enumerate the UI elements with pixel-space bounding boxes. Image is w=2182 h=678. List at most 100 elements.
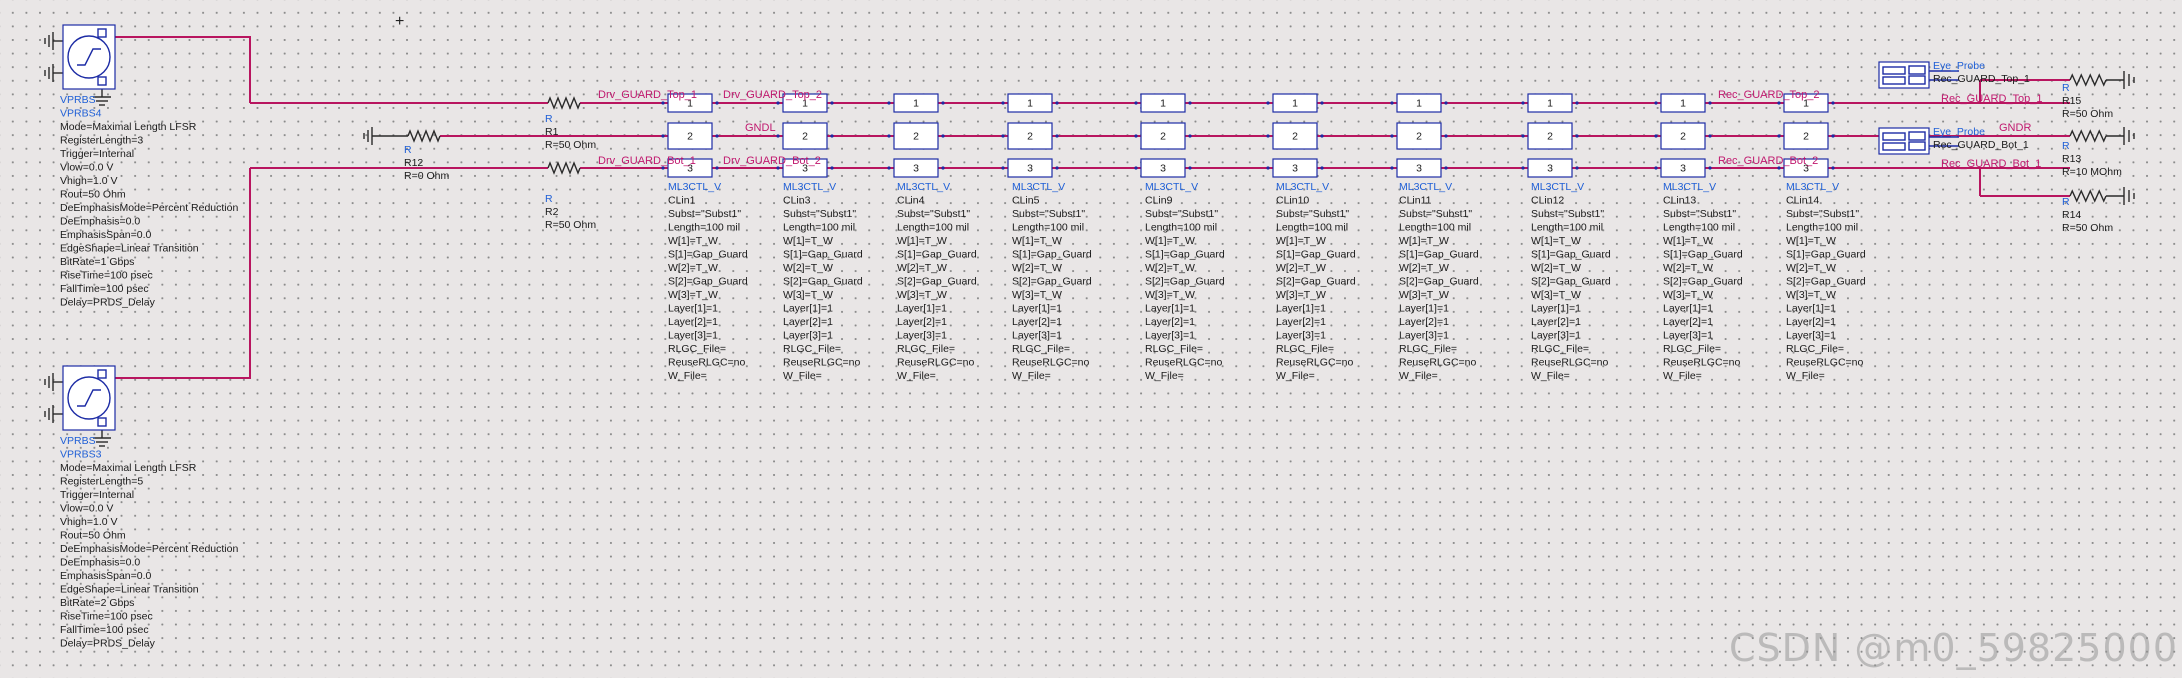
source-param: Trigger=Internal [60, 148, 134, 160]
resistor-zigzag[interactable] [407, 129, 441, 143]
pin-dot [1188, 166, 1192, 170]
line-param: ReuseRLGC=no [1145, 357, 1222, 369]
line-param: W[3]=T_W [1145, 289, 1195, 301]
resistor-type: R [2062, 82, 2070, 94]
source-param: RiseTime=100 psec [60, 611, 153, 623]
line-param: ReuseRLGC=no [897, 357, 974, 369]
line-param: Length=100 mil [1276, 222, 1348, 234]
pin-dot [1055, 101, 1059, 105]
line-param: RLGC_File= [668, 343, 726, 355]
resistor-zigzag[interactable] [547, 96, 581, 110]
line-param: W[3]=T_W [1399, 289, 1449, 301]
source-type: VPRBS [60, 435, 96, 447]
pin-dot [1320, 166, 1324, 170]
line-param: W_File= [897, 370, 936, 382]
source-name: VPRBS4 [60, 108, 102, 120]
line-param: Subst="Subst1" [1786, 208, 1859, 220]
line-name: CLin12 [1531, 195, 1564, 207]
line-param: Subst="Subst1" [1145, 208, 1218, 220]
pin-label: 3 [913, 163, 919, 175]
line-type: ML3CTL_V [897, 181, 950, 193]
line-param: Length=100 mil [1012, 222, 1084, 234]
source1-wire [102, 36, 251, 103]
pin-dot [1654, 166, 1658, 170]
schematic-canvas[interactable]: + 123123123123123123123123123123 VPRBSVP… [0, 0, 2182, 678]
pin-dot [776, 134, 780, 138]
line-param: Layer[2]=1 [897, 316, 947, 328]
line-name: CLin10 [1276, 195, 1309, 207]
source-param: DeEmphasisMode=Percent Reduction [60, 543, 238, 555]
pin-label: 1 [1160, 98, 1166, 110]
net-label-rec-top-2: Rec_GUARD_Top_2 [1718, 89, 1820, 101]
source-param: Mode=Maximal Length LFSR [60, 121, 197, 133]
coupled-line-block[interactable]: 1 2 3 [1001, 93, 1059, 178]
line-param: S[2]=Gap_Guard [1145, 276, 1225, 288]
net-label-rec-bot-2: Rec_GUARD_Bot_2 [1718, 155, 1818, 167]
source-param: Vhigh=1.0 V [60, 175, 118, 187]
pin-dot [1134, 134, 1138, 138]
pin-label: 3 [1547, 163, 1553, 175]
coupled-line-block[interactable]: 1 2 3 [1654, 93, 1712, 178]
resistor-zigzag[interactable] [2069, 129, 2107, 143]
line-param: Layer[3]=1 [1012, 330, 1062, 342]
coupled-line-block[interactable]: 1 2 3 [1521, 93, 1579, 178]
line-name: CLin14 [1786, 195, 1819, 207]
pin-dot [1521, 134, 1525, 138]
line-type: ML3CTL_V [783, 181, 836, 193]
line-param: W[3]=T_W [1663, 289, 1713, 301]
line-param: Layer[3]=1 [1276, 330, 1326, 342]
coupled-line-block[interactable]: 1 2 3 [1266, 93, 1324, 178]
line-param: Layer[1]=1 [897, 303, 947, 315]
coupled-line-block[interactable]: 1 2 3 [887, 93, 945, 178]
pin-label: 2 [1803, 131, 1809, 143]
pin-dot [941, 134, 945, 138]
pin-dot [1444, 101, 1448, 105]
resistor-type: R [545, 113, 553, 125]
resistor-type: R [2062, 196, 2070, 208]
resistor-zigzag[interactable] [2069, 73, 2107, 87]
source-param: Delay=PRDS_Delay [60, 638, 156, 650]
watermark: CSDN @m0_59825000 [1728, 626, 2178, 670]
source-param: BitRate=2 Gbps [60, 597, 134, 609]
coupled-line-block[interactable]: 1 2 3 [1390, 93, 1448, 178]
line-param: S[1]=Gap_Guard [1145, 249, 1225, 261]
pin-label: 2 [1027, 131, 1033, 143]
source-type: VPRBS [60, 94, 96, 106]
line-type: ML3CTL_V [1399, 181, 1452, 193]
pin-dot [1654, 101, 1658, 105]
line-param: W_File= [783, 370, 822, 382]
probe-type: Eye_Probe [1933, 126, 1985, 138]
line-param: Layer[1]=1 [1276, 303, 1326, 315]
pin-dot [1188, 134, 1192, 138]
line-param: ReuseRLGC=no [783, 357, 860, 369]
line-param: W[1]=T_W [1145, 235, 1195, 247]
line-param: S[2]=Gap_Guard [897, 276, 977, 288]
line-param: Layer[2]=1 [668, 316, 718, 328]
line-param: Length=100 mil [897, 222, 969, 234]
source-param: EmphasisSpan=0.0 [60, 229, 152, 241]
pin-label: 1 [1680, 98, 1686, 110]
line-param: Layer[1]=1 [668, 303, 718, 315]
line-param: W[2]=T_W [1786, 262, 1836, 274]
line-param: ReuseRLGC=no [1399, 357, 1476, 369]
line-param: W[2]=T_W [783, 262, 833, 274]
net-label-rec-top-1: Rec_GUARD_Top_1 [1941, 93, 2043, 105]
prbs-source[interactable] [62, 24, 116, 90]
source-param: BitRate=1 Gbps [60, 256, 134, 268]
line-param: Layer[1]=1 [1531, 303, 1581, 315]
pin-dot [1708, 166, 1712, 170]
pin-dot [1708, 101, 1712, 105]
pin-dot [715, 134, 719, 138]
line-param: Layer[1]=1 [1786, 303, 1836, 315]
line-param: Subst="Subst1" [783, 208, 856, 220]
resistor-value: R=50 Ohm [2062, 222, 2113, 234]
resistor-zigzag[interactable] [547, 161, 581, 175]
prbs-source[interactable] [62, 365, 116, 431]
eye-probe[interactable] [1878, 127, 1930, 155]
resistor-zigzag[interactable] [2069, 189, 2107, 203]
resistor-type: R [2062, 140, 2070, 152]
eye-probe[interactable] [1878, 61, 1930, 89]
resistor-name: R15 [2062, 95, 2081, 107]
line-param: W[2]=T_W [1145, 262, 1195, 274]
coupled-line-block[interactable]: 1 2 3 [1134, 93, 1192, 178]
